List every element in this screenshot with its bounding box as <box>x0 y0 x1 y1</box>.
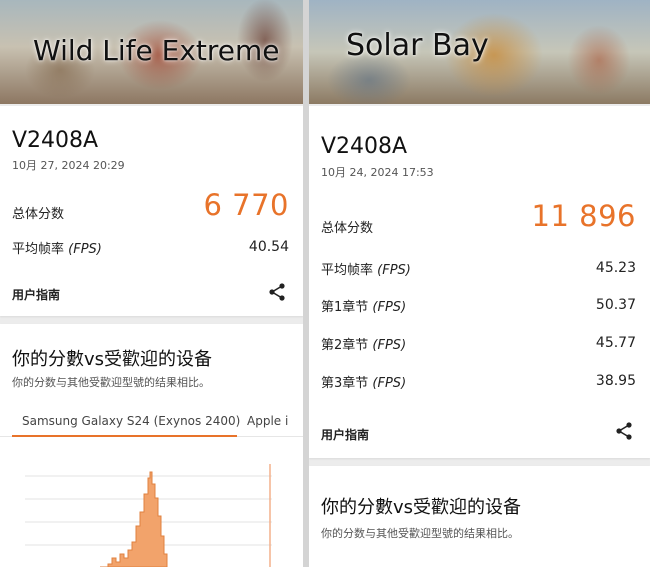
fps-unit: (FPS) <box>372 300 407 315</box>
wild-life-extreme-panel: Wild Life Extreme V2408A 10月 27, 2024 20… <box>0 0 303 567</box>
total-score: 6 770 <box>203 188 289 222</box>
fps-unit: (FPS) <box>372 338 407 353</box>
row-label-text: 第2章节 <box>321 338 369 353</box>
active-tab-indicator <box>12 435 237 437</box>
fps-unit: (FPS) <box>377 263 411 278</box>
share-icon[interactable] <box>614 421 634 441</box>
popular-devices-title: 你的分數vs受歡迎的设备 <box>321 497 522 518</box>
total-score-label: 总体分数 <box>12 207 65 222</box>
chapter-3-value: 38.95 <box>595 373 636 389</box>
avg-fps-value: 45.23 <box>595 260 636 276</box>
tab-samsung-galaxy-s24[interactable]: Samsung Galaxy S24 (Exynos 2400) <box>22 414 240 428</box>
row-label-text: 第1章节 <box>321 300 369 315</box>
share-icon[interactable] <box>267 282 287 302</box>
avg-fps-label-text: 平均帧率 <box>12 242 65 257</box>
solar-bay-panel: Solar Bay V2408A 10月 24, 2024 17:53 总体分数… <box>309 0 650 567</box>
fps-unit: (FPS) <box>372 376 407 391</box>
popular-devices-subtitle: 你的分数与其他受歡迎型號的结果相比。 <box>12 376 210 389</box>
total-score: 11 896 <box>531 199 636 233</box>
fps-unit: (FPS) <box>68 242 102 257</box>
result-date: 10月 24, 2024 17:53 <box>321 166 434 179</box>
popular-devices-title: 你的分數vs受歡迎的设备 <box>12 349 213 370</box>
solar-bay-banner: Solar Bay <box>309 0 650 104</box>
result-date: 10月 27, 2024 20:29 <box>12 159 125 172</box>
popular-devices-subtitle: 你的分数与其他受歡迎型號的结果相比。 <box>321 527 519 540</box>
total-score-label: 总体分数 <box>321 221 374 236</box>
chapter-1-label: 第1章节 (FPS) <box>321 296 406 315</box>
avg-fps-value: 40.54 <box>248 239 289 255</box>
banner-title: Wild Life Extreme <box>33 34 280 67</box>
popular-devices-card: 你的分數vs受歡迎的设备 你的分数与其他受歡迎型號的结果相比。 Samsung … <box>0 324 303 567</box>
device-name: V2408A <box>12 128 99 153</box>
distribution-histogram <box>100 471 168 567</box>
device-name: V2408A <box>321 134 408 159</box>
popular-devices-card: 你的分數vs受歡迎的设备 你的分数与其他受歡迎型號的结果相比。 <box>309 466 650 567</box>
result-card: V2408A 10月 27, 2024 20:29 总体分数 6 770 平均帧… <box>0 106 303 316</box>
avg-fps-label: 平均帧率 (FPS) <box>321 259 411 278</box>
chapter-3-label: 第3章节 (FPS) <box>321 372 406 391</box>
row-label-text: 平均帧率 <box>321 263 374 278</box>
wild-life-extreme-banner: Wild Life Extreme <box>0 0 303 104</box>
chapter-2-label: 第2章节 (FPS) <box>321 334 406 353</box>
avg-fps-label: 平均帧率 (FPS) <box>12 238 102 257</box>
chapter-2-value: 45.77 <box>595 335 636 351</box>
tab-apple[interactable]: Apple i <box>247 414 288 428</box>
user-guide-link[interactable]: 用户指南 <box>321 426 369 443</box>
row-label-text: 第3章节 <box>321 376 369 391</box>
score-distribution-chart <box>25 464 272 567</box>
result-card: V2408A 10月 24, 2024 17:53 总体分数 11 896 平均… <box>309 106 650 458</box>
banner-title: Solar Bay <box>346 28 489 63</box>
chapter-1-value: 50.37 <box>595 297 636 313</box>
user-guide-link[interactable]: 用户指南 <box>12 286 60 303</box>
